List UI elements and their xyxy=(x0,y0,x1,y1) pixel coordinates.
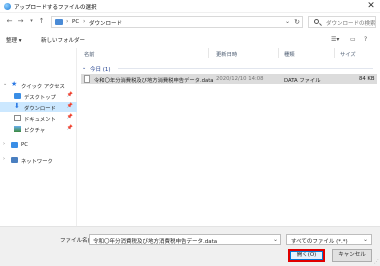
expand-chevron-icon[interactable]: › xyxy=(3,156,5,162)
document-icon xyxy=(14,115,21,121)
sidebar-item-label: クイック アクセス xyxy=(21,84,65,90)
up-arrow-icon[interactable]: ↑ xyxy=(37,17,46,26)
file-icon xyxy=(84,75,90,83)
resize-grip-icon[interactable]: ⋰ xyxy=(374,259,379,265)
file-modified: 2020/12/10 14:08 xyxy=(216,76,264,82)
breadcrumb-pc[interactable]: PC xyxy=(72,19,79,25)
column-divider[interactable] xyxy=(278,48,279,58)
help-icon[interactable]: ? xyxy=(364,36,367,43)
sidebar-item-label: ピクチャ xyxy=(24,128,46,134)
preview-pane-icon[interactable]: ▭ xyxy=(350,36,356,43)
organize-button[interactable]: 整理 ▾ xyxy=(6,36,22,44)
breadcrumb-separator-icon[interactable]: › xyxy=(83,18,85,25)
column-divider[interactable] xyxy=(208,48,209,58)
folder-icon xyxy=(55,19,63,25)
sidebar-item-quick-access[interactable]: ⌄ ★ クイック アクセス xyxy=(0,80,77,90)
filename-value: 令和〇年分消費税及び地方消費税申告データ.data xyxy=(93,239,218,245)
column-header-name[interactable]: 名前 xyxy=(84,50,95,58)
pin-icon: 📌 xyxy=(66,114,73,120)
cancel-button[interactable]: キャンセル xyxy=(332,249,372,262)
pin-icon: 📌 xyxy=(66,125,73,131)
dialog-footer: ファイル名(N): 令和〇年分消費税及び地方消費税申告データ.data ⌄ すべ… xyxy=(0,226,380,266)
breadcrumb-separator-icon[interactable]: › xyxy=(66,18,68,25)
pin-icon: 📌 xyxy=(66,103,73,109)
group-header-today[interactable]: ⌄ 今日 (1) xyxy=(82,65,111,73)
browser-icon xyxy=(4,3,11,10)
recent-locations-chevron-icon[interactable]: ▾ xyxy=(27,17,36,26)
column-header-modified[interactable]: 更新日時 xyxy=(216,50,237,58)
expand-chevron-icon[interactable]: › xyxy=(3,141,5,147)
filetype-value: すべてのファイル (*.*) xyxy=(291,239,348,245)
sidebar-item-label: PC xyxy=(21,142,28,148)
sidebar-item-network[interactable]: › ネットワーク xyxy=(0,155,77,165)
command-bar: 整理 ▾ 新しいフォルダー ☰▾ ▭ ? xyxy=(0,33,380,47)
back-arrow-icon[interactable]: ← xyxy=(5,17,14,26)
address-dropdown-icon[interactable]: ⌄ xyxy=(285,18,290,25)
search-input[interactable]: ダウンロードの検索 xyxy=(308,16,376,28)
network-icon xyxy=(11,157,18,163)
filename-field[interactable]: 令和〇年分消費税及び地方消費税申告データ.data ⌄ xyxy=(89,234,281,245)
search-placeholder: ダウンロードの検索 xyxy=(326,21,376,27)
navigation-pane: ⌄ ★ クイック アクセス デスクトップ 📌 ⬇ ダウンロード 📌 ドキュメント… xyxy=(0,48,77,226)
desktop-icon xyxy=(14,93,21,99)
file-type: DATA ファイル xyxy=(284,78,321,84)
sidebar-item-desktop[interactable]: デスクトップ 📌 xyxy=(0,91,77,101)
open-button[interactable]: 開く(O) xyxy=(288,249,325,262)
group-label: 今日 (1) xyxy=(90,67,111,73)
group-divider xyxy=(118,68,373,69)
sidebar-item-pc[interactable]: › PC xyxy=(0,140,77,150)
sidebar-item-label: ドキュメント xyxy=(24,117,56,123)
collapse-chevron-icon[interactable]: ⌄ xyxy=(3,81,7,87)
pictures-icon xyxy=(14,126,21,132)
chevron-down-icon: ⌄ xyxy=(362,236,368,243)
sidebar-item-label: ネットワーク xyxy=(21,159,53,165)
file-name: 令和〇年分消費税及び地方消費税申告データ.data xyxy=(94,78,214,84)
address-bar[interactable]: › PC › ダウンロード ⌄ ↻ xyxy=(51,16,303,28)
new-folder-button[interactable]: 新しいフォルダー xyxy=(41,36,85,44)
view-options-icon[interactable]: ☰▾ xyxy=(331,36,339,43)
breadcrumb-downloads[interactable]: ダウンロード xyxy=(89,19,122,27)
pc-icon xyxy=(11,142,18,148)
sidebar-item-label: ダウンロード xyxy=(24,106,56,112)
column-header-size[interactable]: サイズ xyxy=(340,50,356,58)
sidebar-item-downloads[interactable]: ⬇ ダウンロード 📌 xyxy=(0,102,77,112)
download-icon: ⬇ xyxy=(14,102,20,110)
address-row: ← → ▾ ↑ › PC › ダウンロード ⌄ ↻ ダウンロードの検索 xyxy=(0,13,380,31)
sidebar-item-label: デスクトップ xyxy=(24,95,56,101)
star-icon: ★ xyxy=(11,80,18,88)
file-size: 84 KB xyxy=(359,76,375,82)
column-divider[interactable] xyxy=(334,48,335,58)
refresh-icon[interactable]: ↻ xyxy=(294,18,300,26)
file-list: 名前 更新日時 種類 サイズ ⌄ 今日 (1) 令和〇年分消費税及び地方消費税申… xyxy=(78,48,380,226)
column-header-type[interactable]: 種類 xyxy=(284,50,295,58)
pin-icon: 📌 xyxy=(66,92,73,98)
forward-arrow-icon[interactable]: → xyxy=(16,17,25,26)
chevron-down-icon[interactable]: ⌄ xyxy=(273,236,278,243)
sidebar-item-documents[interactable]: ドキュメント 📌 xyxy=(0,113,77,123)
filetype-select[interactable]: すべてのファイル (*.*) ⌄ xyxy=(286,234,372,245)
search-icon xyxy=(314,19,319,24)
title-bar: アップロードするファイルの選択 ✕ xyxy=(0,0,380,13)
close-button[interactable]: ✕ xyxy=(366,1,376,11)
table-row[interactable]: 令和〇年分消費税及び地方消費税申告データ.data 2020/12/10 14:… xyxy=(81,74,377,84)
window-title: アップロードするファイルの選択 xyxy=(14,5,97,11)
collapse-chevron-icon[interactable]: ⌄ xyxy=(82,65,86,71)
sidebar-item-pictures[interactable]: ピクチャ 📌 xyxy=(0,124,77,134)
